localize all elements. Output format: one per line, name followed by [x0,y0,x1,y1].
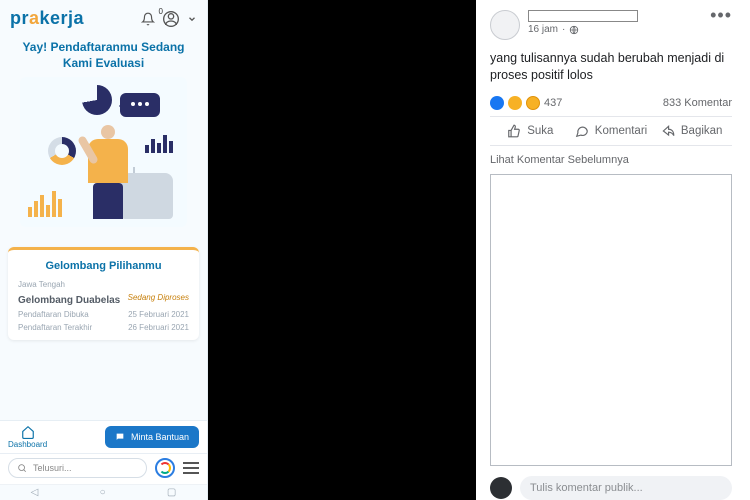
comment-count[interactable]: 833 Komentar [663,97,732,109]
self-avatar[interactable] [490,477,512,499]
wow-reaction-icon [526,96,540,110]
comments-area [490,174,732,466]
home-icon [20,425,36,439]
home-soft-icon[interactable]: ○ [100,487,106,498]
comment-icon [575,124,589,138]
reaction-summary[interactable]: 437 [490,96,562,110]
wave-status: Sedang Diproses [128,293,189,306]
globe-icon [569,25,579,35]
avatar-icon[interactable] [163,11,179,27]
post-body: yang tulisannya sudah berubah menjadi di… [490,50,732,84]
chevron-down-icon[interactable] [187,14,197,24]
hero-section: Yay! Pendaftaranmu Sedang Kami Evaluasi [0,33,207,237]
wave-card-title: Gelombang Pilihanmu [18,260,189,272]
bell-icon[interactable]: 0 [141,12,155,26]
open-value: 25 Februari 2021 [128,310,189,319]
chat-icon [115,432,125,442]
write-comment-row: Tulis komentar publik... [490,472,732,500]
browser-bar: Telusuri... [0,453,207,484]
action-bar: Suka Komentari Bagikan [490,116,732,146]
share-icon [661,124,675,138]
wave-card: Gelombang Pilihanmu Jawa Tengah Gelomban… [8,247,199,340]
hero-title: Yay! Pendaftaranmu Sedang Kami Evaluasi [12,39,195,71]
app-header: prakerja 0 [0,0,207,33]
post-menu-icon[interactable]: ••• [710,10,732,20]
poster-avatar[interactable] [490,10,520,40]
bottom-nav: Dashboard Minta Bantuan [0,420,207,453]
back-icon[interactable]: ◁ [31,487,39,498]
media-blackbox [208,0,476,500]
close-label: Pendaftaran Terakhir [18,323,92,332]
like-reaction-icon [490,96,504,110]
android-nav: ◁ ○ ▢ [0,484,207,500]
wave-province: Jawa Tengah [18,280,189,289]
hero-illustration [20,77,187,227]
search-input[interactable]: Telusuri... [8,458,147,478]
phone-screenshot: prakerja 0 Yay! Pendaftaranmu Sedang Kam… [0,0,208,500]
notification-count: 0 [159,7,163,16]
brand-logo: prakerja [10,8,84,29]
close-value: 26 Februari 2021 [128,323,189,332]
thumb-icon [507,124,521,138]
post-timestamp: 16 jam [528,24,558,35]
google-play-icon[interactable] [155,458,175,478]
post-pane: 16 jam · ••• yang tulisannya sudah berub… [476,0,750,500]
comment-button[interactable]: Komentari [571,117,652,145]
recents-icon[interactable]: ▢ [167,487,176,498]
comment-input[interactable]: Tulis komentar publik... [520,476,732,500]
help-button[interactable]: Minta Bantuan [105,426,199,448]
search-icon [17,463,27,473]
reaction-count: 437 [544,97,562,109]
wave-name: Gelombang Duabelas [18,295,120,306]
previous-comments-link[interactable]: Lihat Komentar Sebelumnya [490,146,732,174]
haha-reaction-icon [508,96,522,110]
like-button[interactable]: Suka [490,117,571,145]
share-button[interactable]: Bagikan [651,117,732,145]
open-label: Pendaftaran Dibuka [18,310,89,319]
menu-icon[interactable] [183,462,199,474]
poster-name-redacted [528,10,638,22]
nav-dashboard[interactable]: Dashboard [8,425,47,449]
